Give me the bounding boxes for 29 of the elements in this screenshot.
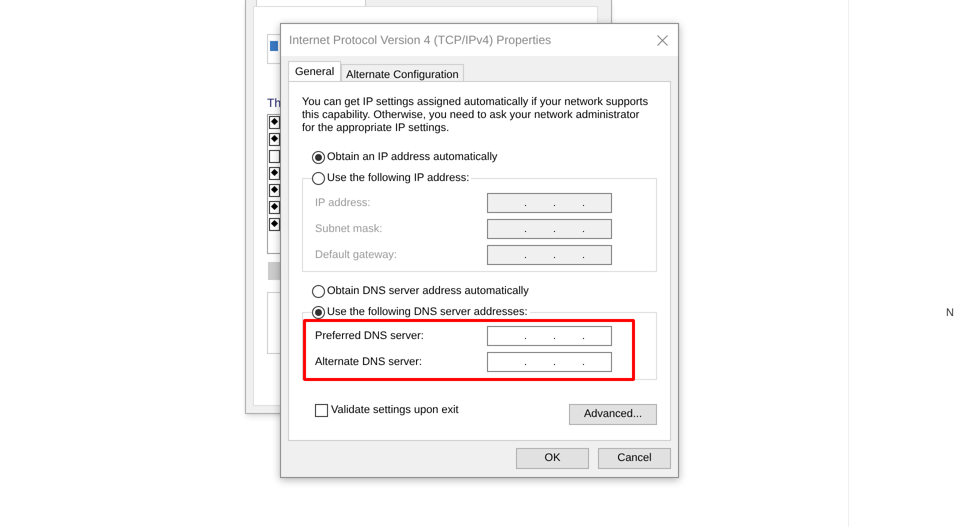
- radio-button[interactable]: Obtain an IP address automatically: [312, 149, 500, 165]
- field-label: Alternate DNS server:: [315, 354, 422, 370]
- radio-button[interactable]: Use the following IP address:: [312, 170, 472, 186]
- checkbox[interactable]: Validate settings upon exit: [315, 402, 459, 419]
- tab[interactable]: General: [288, 61, 342, 81]
- field-label: Subnet mask:: [315, 222, 382, 237]
- window-title: Internet Protocol Version 4 (TCP/IPv4) Properties: [289, 32, 552, 49]
- edge-text: N: [946, 306, 954, 321]
- checkbox[interactable]: [269, 150, 280, 163]
- checkbox[interactable]: [269, 167, 280, 180]
- checkbox[interactable]: [269, 184, 280, 197]
- description-text: You can get IP settings assigned automatically if your network supports this capability. Otherwise, you need to ask your network administrator for the appropriate IP settings.: [302, 96, 650, 135]
- field-label: IP address:: [315, 196, 370, 211]
- checkbox[interactable]: [269, 133, 280, 146]
- adapter-icon: [270, 41, 278, 51]
- checkbox[interactable]: [269, 116, 280, 129]
- checkbox[interactable]: [269, 218, 280, 231]
- ip-field[interactable]: [487, 352, 612, 372]
- field-label: Preferred DNS server:: [315, 328, 424, 344]
- close-icon[interactable]: [657, 34, 668, 46]
- ip-field[interactable]: [487, 326, 612, 346]
- radio-button[interactable]: Use the following DNS server addresses:: [312, 304, 530, 320]
- dialog-button[interactable]: Cancel: [598, 448, 671, 469]
- advanced-button[interactable]: Advanced...: [569, 404, 657, 425]
- field-label: Default gateway:: [315, 248, 397, 263]
- checkbox[interactable]: [269, 201, 280, 214]
- dialog-button[interactable]: OK: [516, 448, 589, 469]
- tab[interactable]: Alternate Configuration: [341, 64, 464, 81]
- radio-button[interactable]: Obtain DNS server address automatically: [312, 283, 531, 299]
